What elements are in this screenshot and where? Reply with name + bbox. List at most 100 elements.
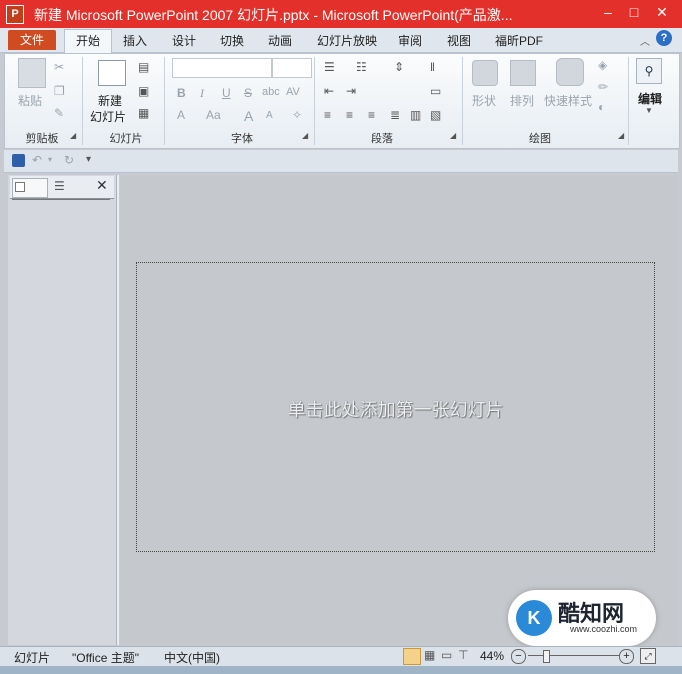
tab-insert[interactable]: 插入 <box>123 31 147 51</box>
close-pane-icon[interactable]: ✕ <box>96 177 108 194</box>
save-icon[interactable] <box>12 154 25 167</box>
character-spacing-button[interactable]: AV <box>286 86 300 98</box>
strikethrough-button[interactable]: S <box>244 86 252 100</box>
group-divider <box>462 57 463 145</box>
status-theme[interactable]: "Office 主题" <box>72 649 139 666</box>
tab-foxit-pdf[interactable]: 福昕PDF <box>495 31 543 51</box>
editing-dropdown-icon[interactable]: ▼ <box>645 106 653 115</box>
status-view-name[interactable]: 幻灯片 <box>14 649 50 666</box>
ribbon-minimize-icon[interactable]: ︿ <box>640 33 650 48</box>
powerpoint-logo-icon[interactable]: P <box>6 5 24 24</box>
format-painter-icon[interactable]: ✎ <box>54 106 64 120</box>
bold-button[interactable]: B <box>177 86 186 100</box>
text-direction-icon[interactable]: ‖ <box>430 60 435 74</box>
change-case-button[interactable]: Aa <box>206 108 221 122</box>
shapes-button[interactable]: 形状 <box>472 92 496 109</box>
shrink-font-button[interactable]: A <box>266 110 273 121</box>
tab-home[interactable]: 开始 <box>64 29 112 54</box>
tab-review[interactable]: 审阅 <box>398 31 422 51</box>
tab-slideshow[interactable]: 幻灯片放映 <box>317 31 377 51</box>
zoom-in-button[interactable]: + <box>619 649 634 664</box>
shadow-button[interactable]: abc <box>262 86 280 98</box>
slideshow-view-icon[interactable]: ⊤ <box>458 648 468 662</box>
tab-animations[interactable]: 动画 <box>268 31 292 51</box>
customize-qat-icon[interactable]: ▾ <box>86 154 91 165</box>
layout-icon[interactable]: ▤ <box>138 60 149 74</box>
align-right-icon[interactable]: ≡ <box>368 108 375 122</box>
justify-icon[interactable]: ≣ <box>390 108 400 122</box>
font-color-button[interactable]: A <box>177 108 185 122</box>
tab-design[interactable]: 设计 <box>172 31 196 51</box>
clear-formatting-icon[interactable]: ✧ <box>292 108 302 122</box>
undo-icon[interactable]: ↶ <box>32 153 42 167</box>
font-launcher-icon[interactable]: ◢ <box>302 131 308 140</box>
zoom-level[interactable]: 44% <box>480 649 504 663</box>
paragraph-launcher-icon[interactable]: ◢ <box>450 131 456 140</box>
tab-file[interactable]: 文件 <box>8 30 56 50</box>
pane-splitter[interactable] <box>117 175 119 645</box>
reset-icon[interactable]: ▣ <box>138 84 149 98</box>
add-first-slide-prompt[interactable]: 单击此处添加第一张幻灯片 <box>136 396 655 422</box>
help-icon[interactable]: ? <box>656 30 672 46</box>
tab-transitions[interactable]: 切换 <box>220 31 244 51</box>
find-binoculars-icon[interactable]: ⚲ <box>636 58 662 84</box>
line-spacing-icon[interactable]: ⇕ <box>394 60 404 74</box>
tab-view[interactable]: 视图 <box>447 31 471 51</box>
slides-outline-pane[interactable] <box>8 175 117 645</box>
shapes-icon[interactable] <box>472 60 498 86</box>
group-label-font: 字体 <box>231 133 253 145</box>
quick-styles-icon[interactable] <box>556 58 584 86</box>
drawing-launcher-icon[interactable]: ◢ <box>618 131 624 140</box>
quick-styles-button[interactable]: 快速样式 <box>544 92 592 109</box>
zoom-out-button[interactable]: − <box>511 649 526 664</box>
reading-view-icon[interactable]: ▭ <box>441 648 452 662</box>
section-icon[interactable]: ▦ <box>138 106 149 120</box>
bullets-icon[interactable]: ☰ <box>324 60 335 74</box>
new-slide-icon[interactable] <box>98 60 126 86</box>
fit-to-window-icon[interactable]: ⤢ <box>640 648 656 664</box>
font-name-combo[interactable] <box>172 58 272 78</box>
shape-fill-icon[interactable]: ◈ <box>598 58 607 72</box>
tab-slides-thumbnails[interactable] <box>12 178 48 198</box>
shape-effects-icon[interactable]: ◐ <box>598 100 605 114</box>
arrange-icon[interactable] <box>510 60 536 86</box>
font-size-combo[interactable] <box>272 58 312 78</box>
underline-button[interactable]: U <box>222 86 231 100</box>
editing-button[interactable]: 编辑 <box>638 90 662 107</box>
copy-icon[interactable]: ❐ <box>54 84 65 98</box>
group-label-clipboard: 剪贴板 <box>25 133 59 145</box>
normal-view-icon[interactable] <box>403 648 421 665</box>
numbering-icon[interactable]: ☷ <box>356 60 367 74</box>
italic-button[interactable]: I <box>200 86 204 101</box>
quick-access-toolbar <box>4 150 678 173</box>
slide-sorter-icon[interactable]: ▦ <box>424 648 435 662</box>
zoom-slider-track[interactable] <box>528 655 620 656</box>
align-left-icon[interactable]: ≡ <box>324 108 331 122</box>
smartart-icon[interactable]: ▧ <box>430 108 441 122</box>
new-slide-button-line1[interactable]: 新建 <box>98 92 122 109</box>
increase-indent-icon[interactable]: ⇥ <box>346 84 356 98</box>
close-button[interactable]: ✕ <box>652 2 672 22</box>
columns-icon[interactable]: ▥ <box>410 108 421 122</box>
zoom-slider-thumb[interactable] <box>543 650 550 663</box>
paste-button[interactable]: 粘贴 <box>18 92 42 109</box>
grow-font-button[interactable]: A <box>244 108 253 124</box>
minimize-button[interactable]: – <box>598 2 618 22</box>
group-divider <box>164 57 165 145</box>
redo-icon[interactable]: ↻ <box>64 153 74 167</box>
group-divider <box>314 57 315 145</box>
cut-icon[interactable]: ✂ <box>54 60 64 74</box>
new-slide-button-line2[interactable]: 幻灯片 <box>90 108 126 125</box>
status-language[interactable]: 中文(中国) <box>164 649 220 666</box>
decrease-indent-icon[interactable]: ⇤ <box>324 84 334 98</box>
align-center-icon[interactable]: ≡ <box>346 108 353 122</box>
shape-outline-icon[interactable]: ✏ <box>598 80 608 94</box>
outline-icon[interactable]: ☰ <box>54 179 65 193</box>
align-text-icon[interactable]: ▭ <box>430 84 441 98</box>
arrange-button[interactable]: 排列 <box>510 92 534 109</box>
maximize-button[interactable]: □ <box>624 2 644 22</box>
pane-divider <box>12 199 110 200</box>
paste-icon[interactable] <box>18 58 46 88</box>
undo-dropdown-icon[interactable]: ▾ <box>48 155 52 164</box>
clipboard-launcher-icon[interactable]: ◢ <box>70 131 76 140</box>
